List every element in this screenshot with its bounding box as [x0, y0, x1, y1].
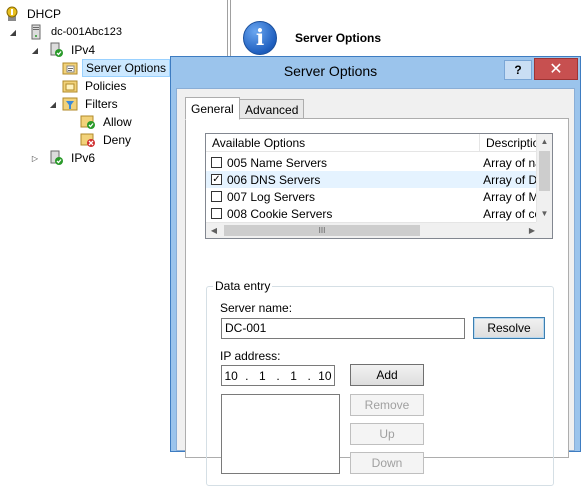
option-checkbox[interactable]	[211, 157, 222, 168]
tree-item-dhcp[interactable]: DHCP	[4, 5, 64, 23]
info-icon: i	[243, 21, 277, 55]
collapse-icon[interactable]: ◢	[48, 100, 58, 109]
ip-octet-2[interactable]: 1	[253, 369, 271, 383]
ip-separator: .	[307, 368, 311, 383]
option-description: Array of DNS	[483, 172, 540, 187]
tree-item-ipv6[interactable]: ▷ IPv6	[30, 149, 98, 167]
tab-general-label: General	[191, 101, 234, 116]
option-checkbox[interactable]: ✓	[211, 174, 222, 185]
list-item[interactable]: 008 Cookie Servers Array of coo	[206, 205, 540, 222]
list-item[interactable]: 007 Log Servers Array of MIT	[206, 188, 540, 205]
server-name-input[interactable]: DC-001	[221, 318, 465, 339]
tree-item-filters[interactable]: ◢ Filters	[48, 95, 121, 113]
ipv4-check-icon	[48, 42, 64, 58]
server-options-dialog: Server Options ? ✕ General Advanced Avai…	[170, 56, 581, 486]
tree-item-server[interactable]: ◢ dc-001Abc123	[8, 23, 125, 41]
option-checkbox[interactable]	[211, 208, 222, 219]
collapse-icon[interactable]: ◢	[8, 28, 18, 37]
tree-item-ipv4[interactable]: ◢ IPv4	[30, 41, 98, 59]
option-name: 006 DNS Servers	[227, 172, 321, 187]
options-folder-icon	[62, 60, 78, 76]
policies-folder-icon	[62, 78, 78, 94]
tab-general[interactable]: General	[185, 97, 240, 120]
ip-separator: .	[245, 368, 249, 383]
horizontal-scrollbar[interactable]: ◀ III ▶	[206, 222, 540, 238]
general-tab-panel: Available Options Description 005 Name S…	[185, 118, 569, 486]
ip-octet-1[interactable]: 10	[222, 369, 240, 383]
list-item[interactable]: 005 Name Servers Array of nam	[206, 154, 540, 171]
option-name: 005 Name Servers	[227, 155, 328, 170]
ip-address-field[interactable]: 10 . 1 . 1 . 10	[221, 365, 335, 386]
tab-advanced[interactable]: Advanced	[239, 99, 305, 120]
scrollbar-corner	[536, 222, 552, 238]
option-name: 007 Log Servers	[227, 189, 316, 204]
tree-item-allow[interactable]: Allow	[80, 113, 135, 131]
dialog-titlebar[interactable]: Server Options ? ✕	[171, 57, 580, 89]
horizontal-scroll-thumb[interactable]: III	[224, 225, 420, 236]
tree-item-deny[interactable]: Deny	[80, 131, 134, 149]
ip-octet-3[interactable]: 1	[284, 369, 302, 383]
column-header-description[interactable]: Description	[480, 134, 540, 152]
ip-address-list[interactable]	[221, 394, 340, 474]
ip-address-label: IP address:	[220, 349, 281, 363]
remove-button[interactable]: Remove	[350, 394, 424, 416]
dhcp-server-icon	[4, 6, 20, 22]
column-header-available-options[interactable]: Available Options	[206, 134, 480, 152]
option-checkbox[interactable]	[211, 191, 222, 202]
list-header: Available Options Description	[206, 134, 540, 152]
dialog-title: Server Options	[283, 63, 378, 79]
data-entry-group: Data entry Server name: DC-001 Resolve I…	[206, 279, 554, 486]
down-button[interactable]: Down	[350, 452, 424, 474]
available-options-list[interactable]: Available Options Description 005 Name S…	[205, 133, 553, 239]
expand-icon[interactable]: ▷	[30, 154, 40, 163]
collapse-icon[interactable]: ◢	[30, 46, 40, 55]
filters-funnel-icon	[62, 96, 78, 112]
vertical-scroll-thumb[interactable]	[539, 151, 550, 191]
tree-item-policies[interactable]: Policies	[62, 77, 129, 95]
ip-separator: .	[276, 368, 280, 383]
list-item[interactable]: ✓ 006 DNS Servers Array of DNS	[206, 171, 540, 188]
deny-filter-icon	[80, 132, 96, 148]
up-button[interactable]: Up	[350, 423, 424, 445]
option-description: Array of coo	[483, 206, 540, 221]
allow-filter-icon	[80, 114, 96, 130]
details-title: Server Options	[295, 31, 382, 45]
dialog-client: General Advanced Available Options Descr…	[176, 88, 575, 486]
close-button[interactable]: ✕	[534, 58, 578, 80]
option-name: 008 Cookie Servers	[227, 206, 333, 221]
resolve-button[interactable]: Resolve	[473, 317, 545, 339]
tree-item-server-options[interactable]: Server Options	[62, 59, 171, 77]
scroll-left-arrow-icon[interactable]: ◀	[206, 223, 222, 238]
server-name-label: Server name:	[220, 301, 293, 315]
ipv6-check-icon	[48, 150, 64, 166]
add-button[interactable]: Add	[350, 364, 424, 386]
option-description: Array of MIT	[483, 189, 540, 204]
data-entry-legend: Data entry	[213, 279, 273, 293]
scroll-down-arrow-icon[interactable]: ▼	[537, 206, 552, 222]
ip-octet-4[interactable]: 10	[316, 369, 334, 383]
server-tower-icon	[28, 24, 44, 40]
scroll-up-arrow-icon[interactable]: ▲	[537, 134, 552, 150]
option-description: Array of nam	[483, 155, 540, 170]
vertical-scrollbar[interactable]: ▲ ▼	[536, 134, 552, 222]
help-button[interactable]: ?	[504, 60, 532, 80]
tab-advanced-label: Advanced	[245, 102, 299, 117]
